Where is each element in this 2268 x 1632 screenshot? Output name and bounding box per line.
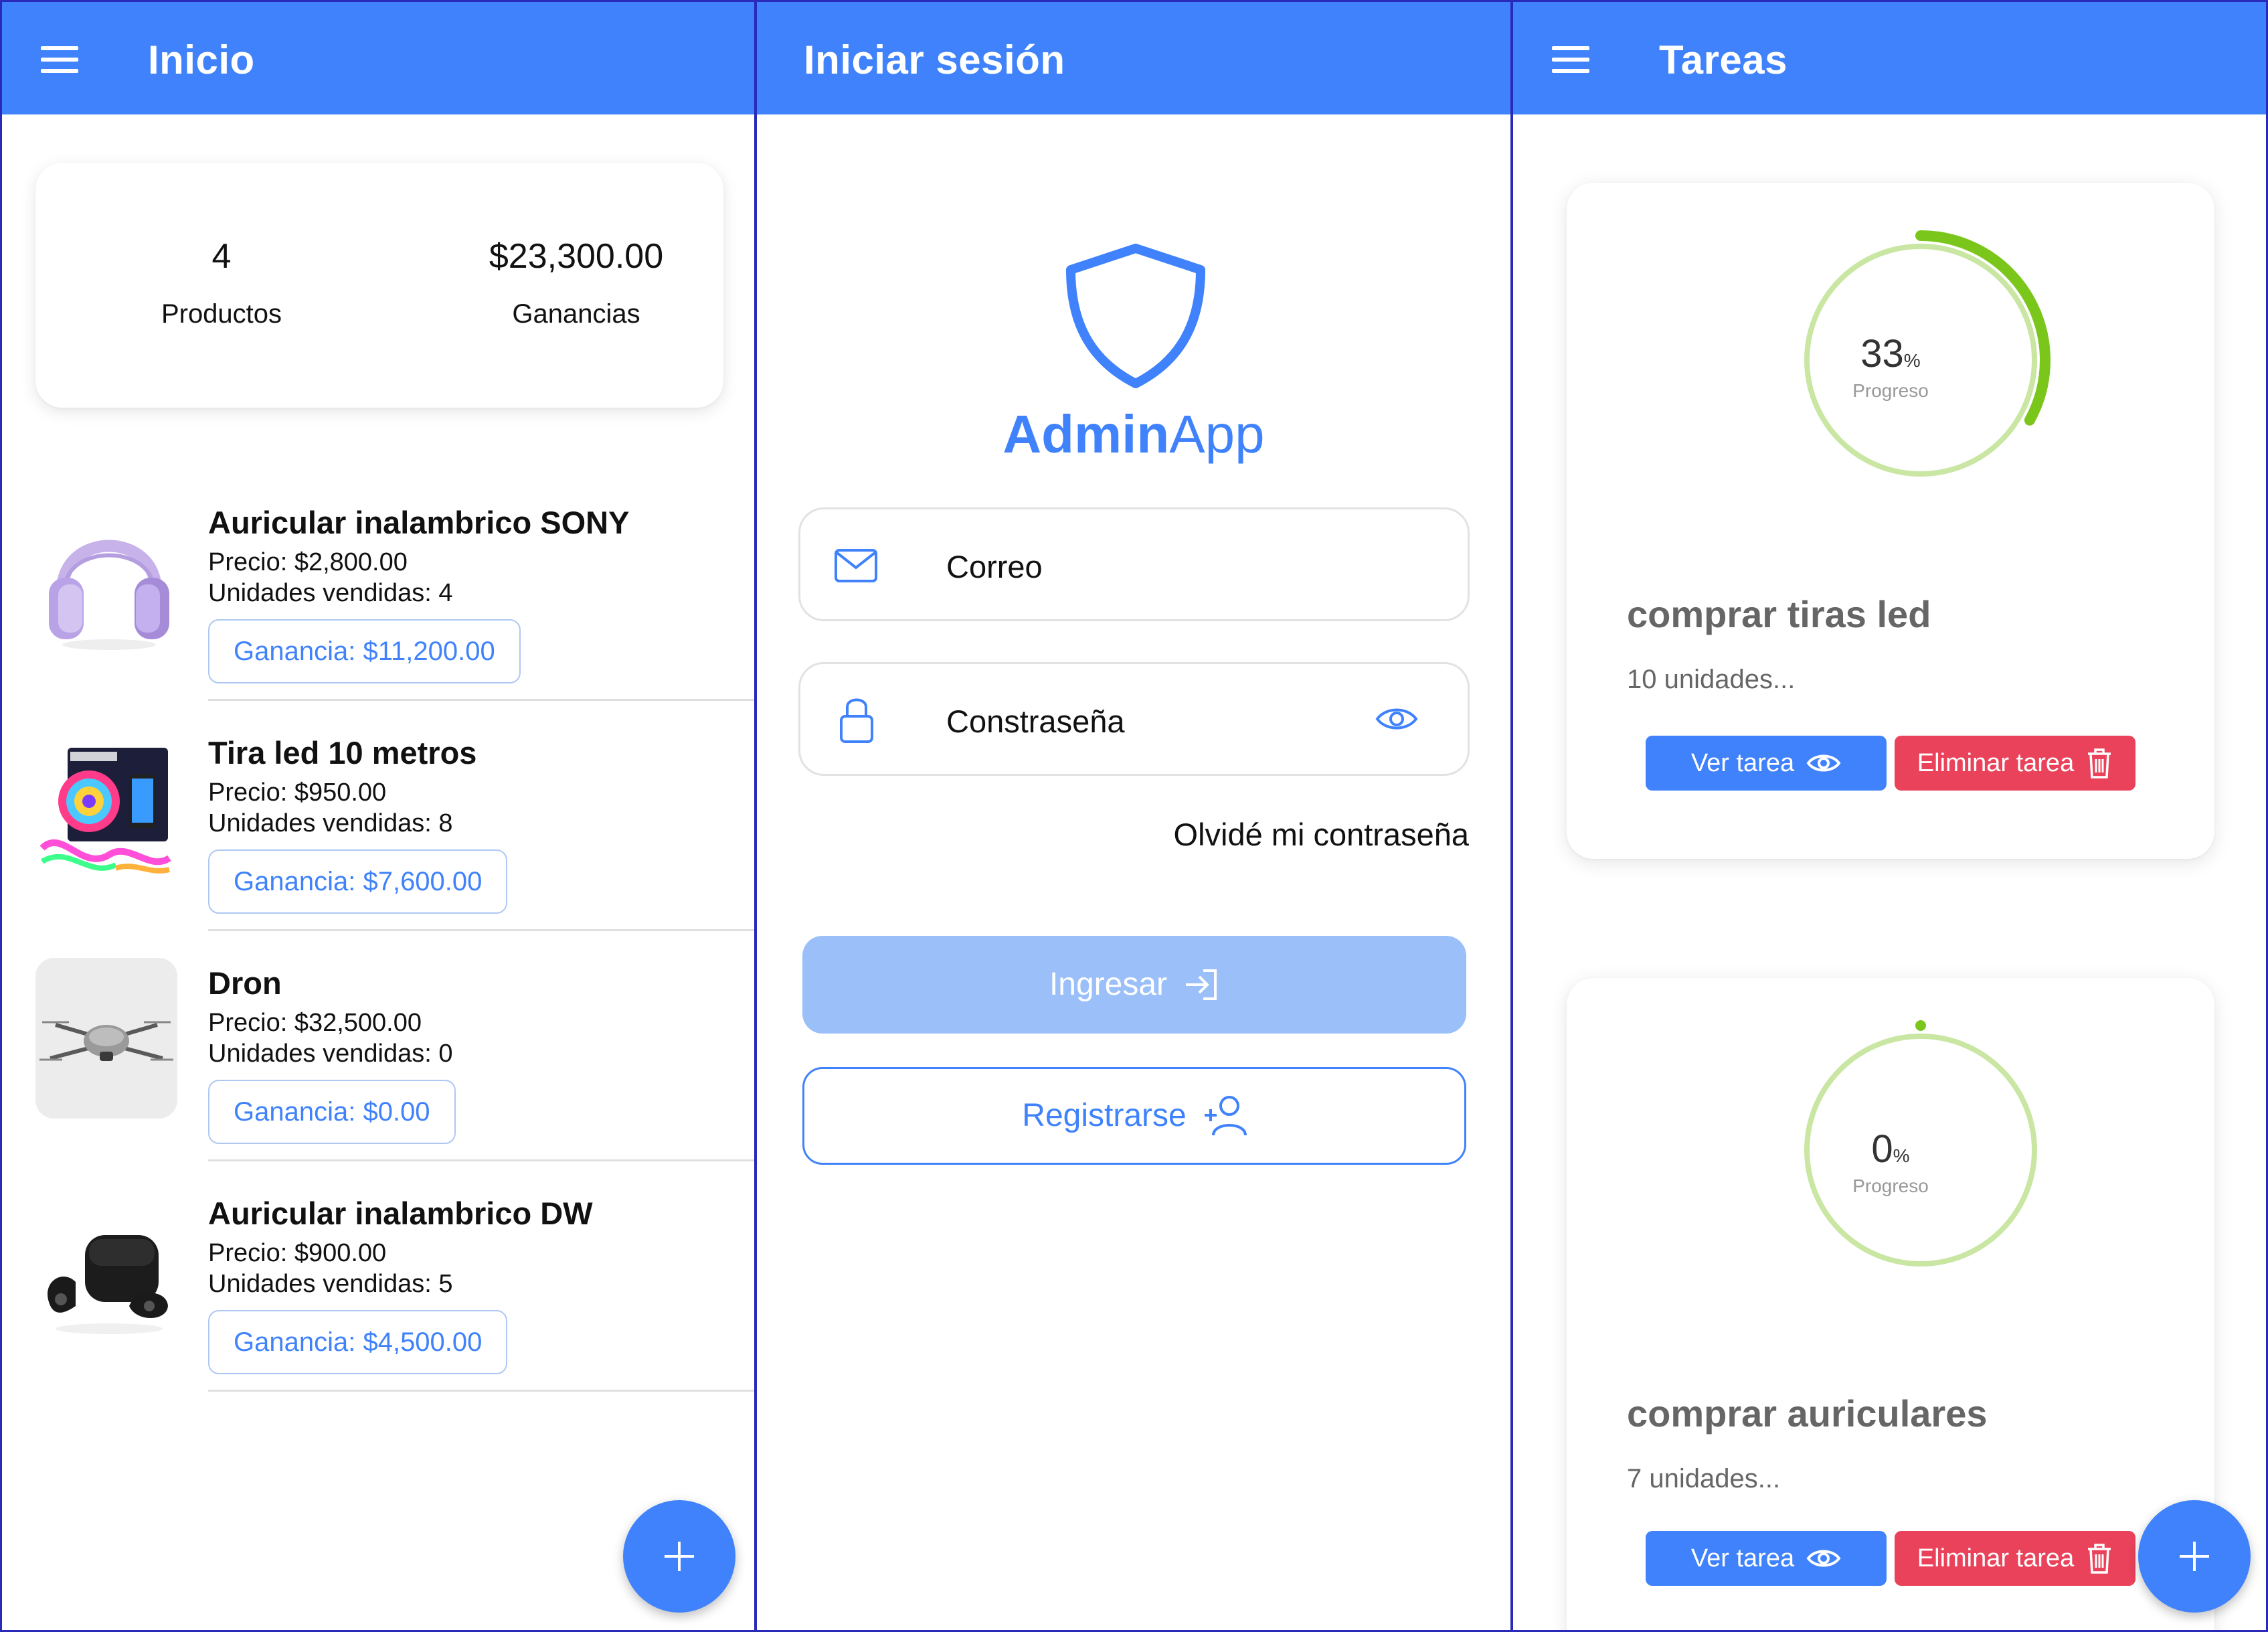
email-label: Correo — [946, 549, 1043, 584]
divider — [208, 1390, 754, 1392]
product-gain-chip[interactable]: Ganancia: $7,600.00 — [208, 849, 508, 914]
add-product-button[interactable] — [623, 1500, 735, 1613]
page-title: Inicio — [148, 37, 255, 82]
progress-label: Progreso — [1852, 1175, 1929, 1196]
product-item[interactable]: Dron Precio: $32,500.00 Unidades vendida… — [2, 931, 754, 1161]
login-button[interactable]: Ingresar — [802, 936, 1466, 1034]
product-image — [35, 728, 177, 888]
forgot-password-link[interactable]: Olvidé mi contraseña — [1174, 816, 1469, 853]
login-button-label: Ingresar — [1049, 967, 1168, 1002]
task-subtitle: 7 unidades... — [1627, 1464, 1781, 1493]
view-task-button[interactable]: Ver tarea — [1646, 1531, 1887, 1586]
delete-task-button[interactable]: Eliminar tarea — [1895, 736, 2135, 791]
product-item[interactable]: Tira led 10 metros Precio: $950.00 Unida… — [2, 701, 754, 931]
task-card[interactable]: 33% Progreso comprar tiras led 10 unidad… — [1567, 183, 2214, 859]
product-price: Precio: $2,800.00 — [208, 548, 408, 576]
eye-icon[interactable] — [1375, 704, 1418, 734]
task-subtitle: 10 unidades... — [1627, 665, 1796, 694]
eye-icon — [1806, 1550, 1841, 1567]
trash-icon — [2088, 1544, 2111, 1574]
progress-symbol: % — [1893, 1145, 1910, 1166]
products-label: Productos — [161, 299, 282, 329]
delete-task-button[interactable]: Eliminar tarea — [1895, 1531, 2135, 1586]
products-stat: 4 Productos — [81, 236, 362, 329]
brand-light: App — [1169, 404, 1265, 464]
product-gain-chip[interactable]: Ganancia: $4,500.00 — [208, 1310, 508, 1374]
product-image — [35, 958, 177, 1119]
view-task-label: Ver tarea — [1690, 748, 1795, 777]
app-brand: AdminApp — [757, 404, 1510, 465]
lock-icon — [840, 698, 873, 743]
product-gain-chip[interactable]: Ganancia: $0.00 — [208, 1080, 456, 1144]
product-name: Dron — [208, 965, 282, 1001]
product-units: Unidades vendidas: 8 — [208, 809, 453, 837]
product-units: Unidades vendidas: 5 — [208, 1270, 453, 1298]
mail-icon — [835, 549, 877, 582]
progress-readout: 33% Progreso — [1567, 331, 2214, 402]
task-title: comprar tiras led — [1627, 593, 1931, 635]
tasks-app-bar: Tareas — [1513, 2, 2266, 114]
product-price: Precio: $950.00 — [208, 779, 387, 807]
password-label: Constraseña — [946, 704, 1125, 739]
product-item[interactable]: Auricular inalambrico SONY Precio: $2,80… — [2, 471, 754, 701]
view-task-label: Ver tarea — [1690, 1544, 1795, 1572]
progress-symbol: % — [1903, 350, 1921, 371]
progress-value: 33 — [1860, 332, 1904, 376]
earnings-value: $23,300.00 — [489, 237, 664, 276]
product-name: Auricular inalambrico DW — [208, 1196, 593, 1231]
brand-bold: Admin — [1002, 404, 1170, 464]
password-field[interactable]: Constraseña — [798, 662, 1470, 776]
login-screen: Iniciar sesión AdminApp Correo Constrase… — [755, 0, 1512, 1632]
stats-card: 4 Productos $23,300.00 Ganancias — [35, 163, 723, 408]
product-image — [35, 1188, 177, 1349]
earnings-label: Ganancias — [512, 299, 640, 329]
product-units: Unidades vendidas: 4 — [208, 579, 453, 607]
home-app-bar: Inicio — [2, 2, 754, 114]
page-title: Iniciar sesión — [804, 37, 1065, 82]
task-card[interactable]: 0% Progreso comprar auriculares 7 unidad… — [1567, 978, 2214, 1630]
product-image — [35, 497, 177, 658]
product-item[interactable]: Auricular inalambrico DW Precio: $900.00… — [2, 1161, 754, 1392]
delete-task-label: Eliminar tarea — [1917, 1544, 2075, 1572]
delete-task-label: Eliminar tarea — [1917, 748, 2075, 777]
earnings-stat: $23,300.00 Ganancias — [436, 236, 717, 329]
products-count: 4 — [211, 237, 232, 276]
menu-icon[interactable] — [41, 46, 78, 73]
progress-value: 0 — [1871, 1127, 1893, 1171]
progress-readout: 0% Progreso — [1567, 1127, 2214, 1197]
product-units: Unidades vendidas: 0 — [208, 1040, 453, 1068]
add-user-icon — [1204, 1096, 1247, 1136]
product-name: Tira led 10 metros — [208, 735, 477, 770]
product-price: Precio: $32,500.00 — [208, 1009, 422, 1037]
trash-icon — [2088, 748, 2111, 779]
product-gain-chip[interactable]: Ganancia: $11,200.00 — [208, 619, 521, 683]
email-field[interactable]: Correo — [798, 507, 1470, 621]
product-price: Precio: $900.00 — [208, 1239, 387, 1267]
login-icon — [1186, 969, 1217, 1000]
eye-icon — [1806, 754, 1841, 772]
progress-label: Progreso — [1852, 380, 1929, 401]
page-title: Tareas — [1659, 37, 1788, 82]
home-screen: Inicio 4 Productos $23,300.00 Ganancias — [0, 0, 756, 1632]
tasks-screen: Tareas 33% Progreso comprar tiras led 10… — [1511, 0, 2268, 1632]
shield-icon — [1066, 244, 1205, 388]
product-name: Auricular inalambrico SONY — [208, 505, 630, 540]
add-task-button[interactable] — [2138, 1500, 2251, 1613]
task-title: comprar auriculares — [1627, 1392, 1988, 1435]
menu-icon[interactable] — [1552, 46, 1589, 73]
register-button-label: Registrarse — [1022, 1098, 1187, 1133]
register-button[interactable]: Registrarse — [802, 1067, 1466, 1165]
view-task-button[interactable]: Ver tarea — [1646, 736, 1887, 791]
login-app-bar: Iniciar sesión — [757, 2, 1510, 114]
